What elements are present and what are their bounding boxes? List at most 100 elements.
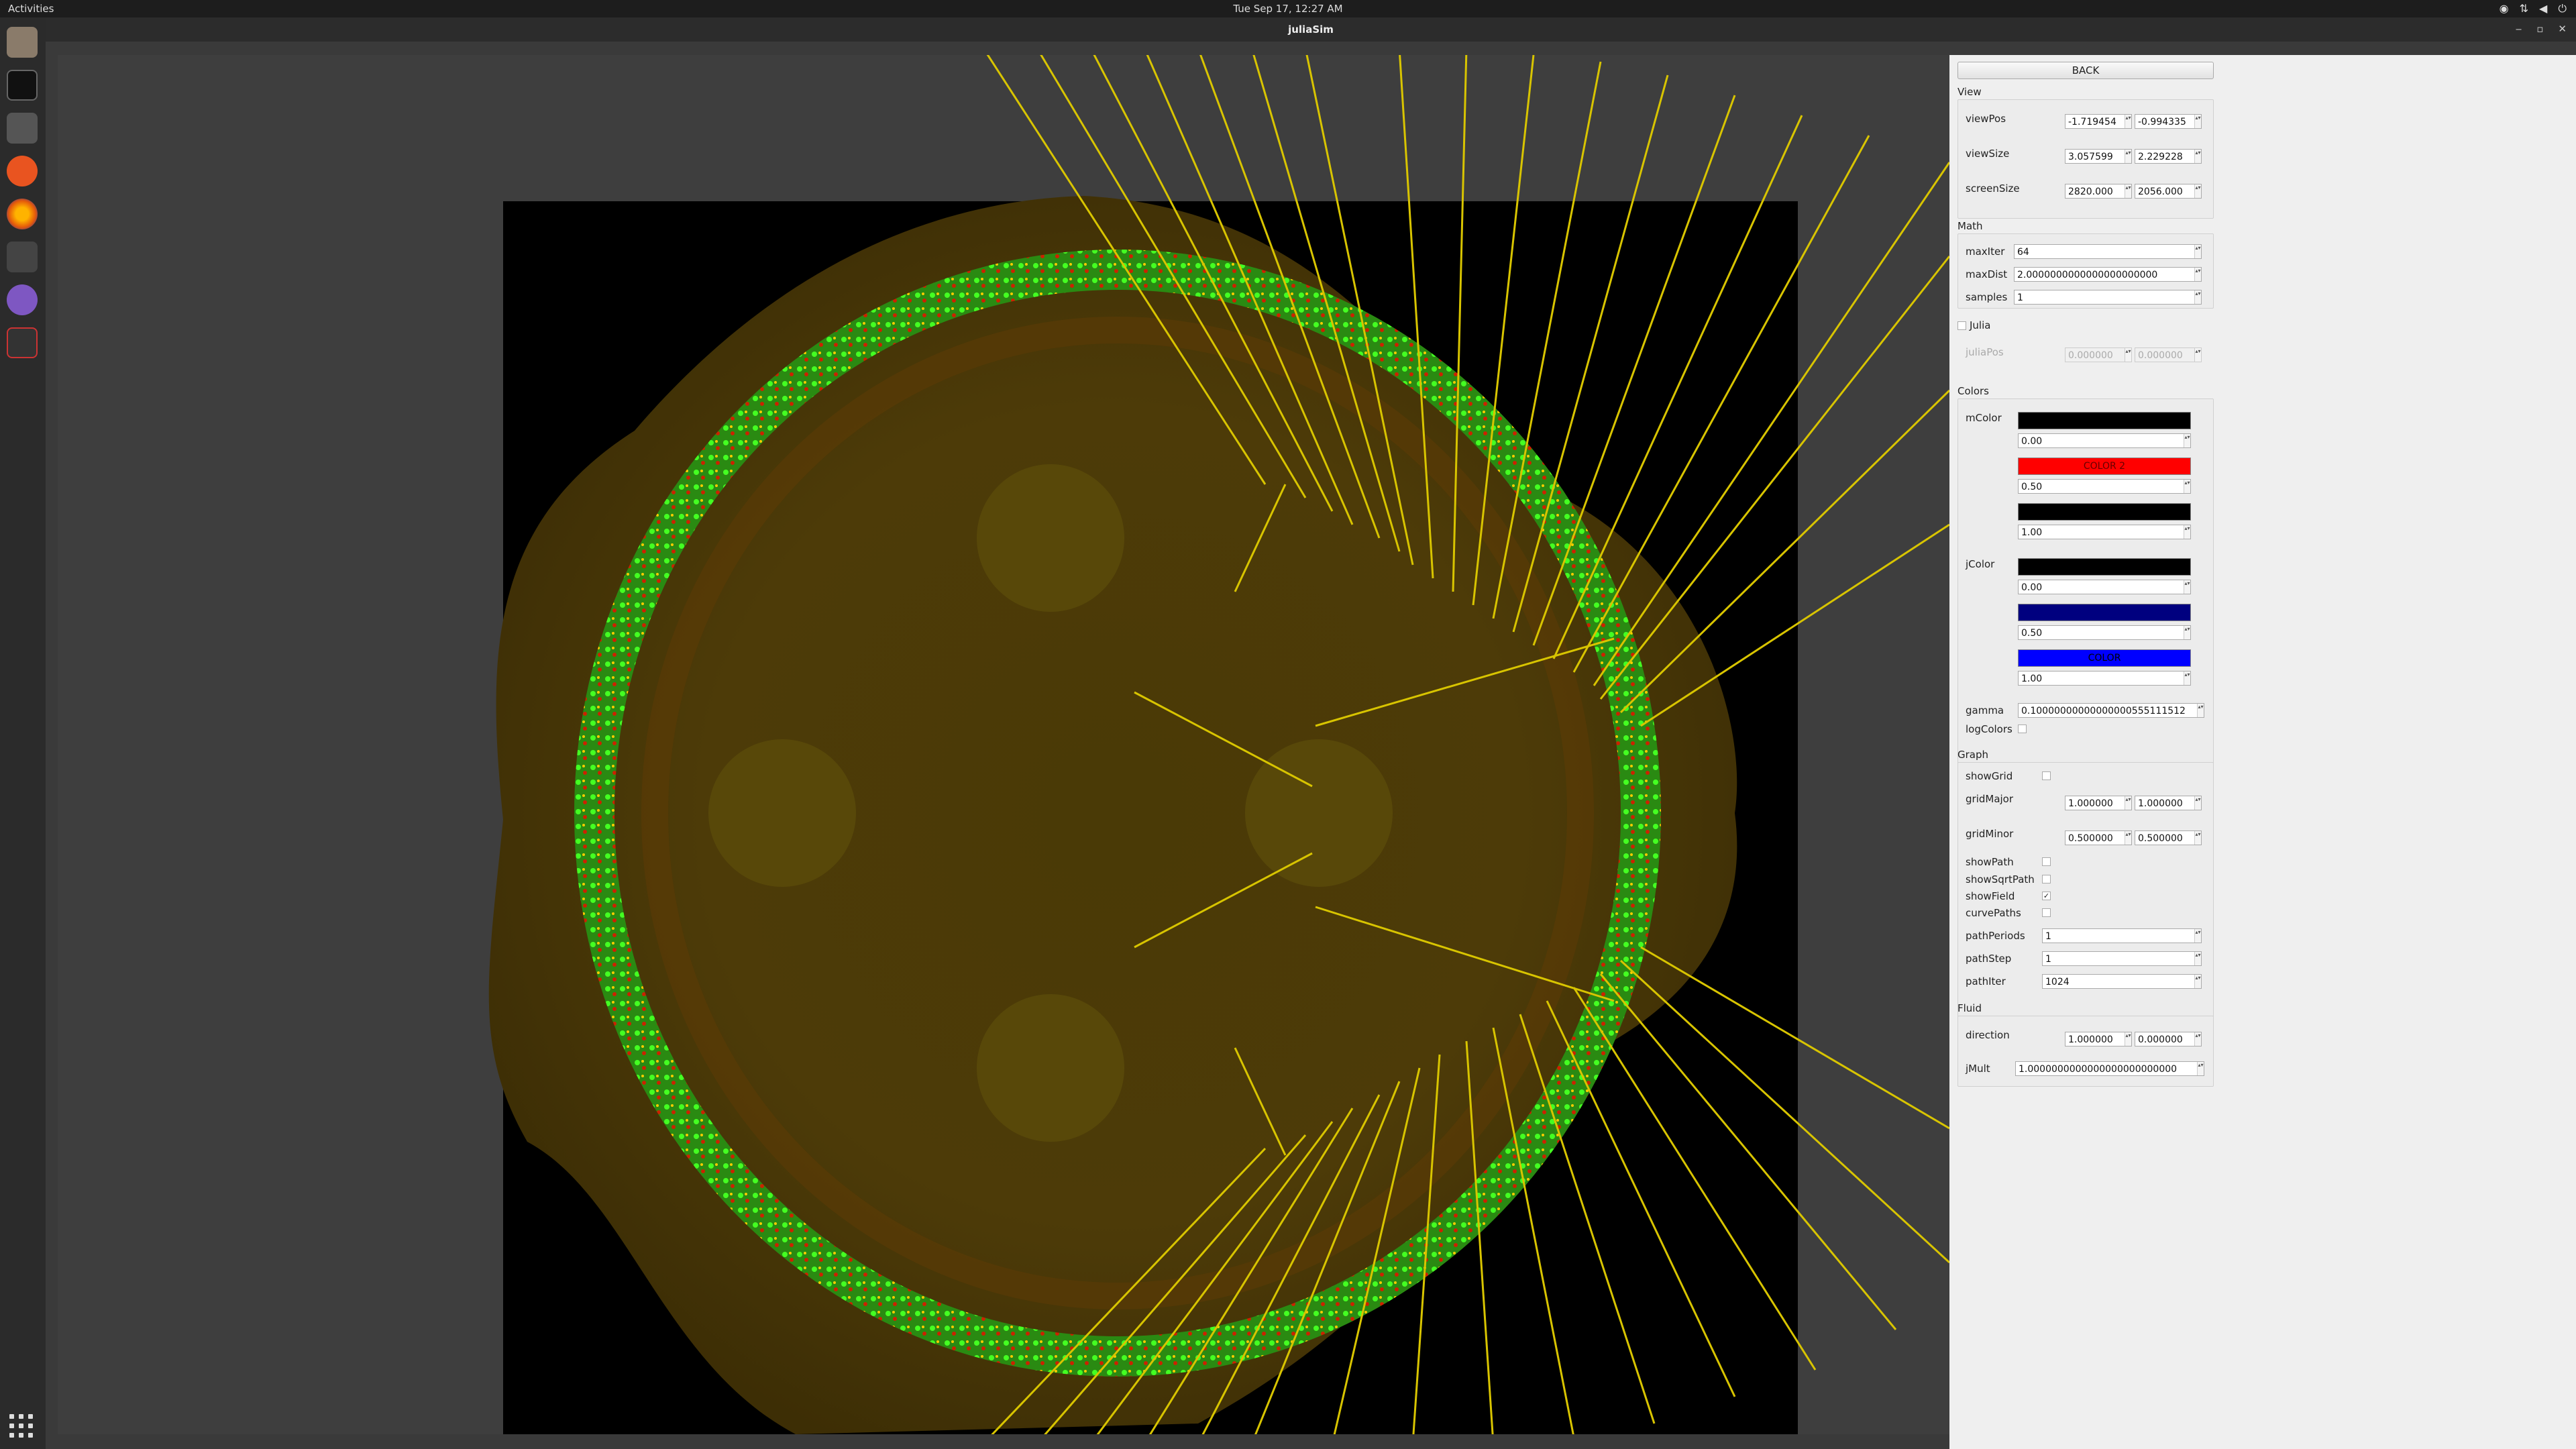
- viewpos-label: viewPos: [1966, 113, 2006, 125]
- spin-icon[interactable]: ▴▾: [2184, 626, 2190, 639]
- spin-icon[interactable]: ▴▾: [2194, 975, 2201, 988]
- fractal-canvas[interactable]: [58, 55, 1949, 1434]
- spin-icon[interactable]: ▴▾: [2194, 184, 2201, 198]
- window-titlebar[interactable]: juliaSim ‒ ▫ ✕: [46, 17, 2576, 42]
- spin-icon[interactable]: ▴▾: [2184, 480, 2190, 493]
- showpath-checkbox[interactable]: [2042, 857, 2051, 866]
- spin-icon[interactable]: ▴▾: [2125, 348, 2131, 362]
- showsqrtpath-checkbox[interactable]: [2042, 875, 2051, 883]
- screensize-x-input[interactable]: 2820.000 ▴▾: [2065, 184, 2132, 199]
- viewsize-y-input[interactable]: 2.229228 ▴▾: [2135, 149, 2202, 164]
- pathiter-value: 1024: [2045, 977, 2070, 987]
- maxdist-input[interactable]: 2.0000000000000000000000 ▴▾: [2014, 267, 2202, 282]
- pathperiods-input[interactable]: 1 ▴▾: [2042, 928, 2202, 943]
- system-tray[interactable]: ◉ ⇅ ◀ ⏻: [2500, 2, 2567, 15]
- jmult-input[interactable]: 1.0000000000000000000000000 ▴▾: [2015, 1061, 2204, 1076]
- maxiter-input[interactable]: 64 ▴▾: [2014, 244, 2202, 259]
- showfield-checkbox[interactable]: ✓: [2042, 892, 2051, 900]
- viewpos-x-input[interactable]: -1.719454 ▴▾: [2065, 114, 2132, 129]
- curvepaths-checkbox[interactable]: [2042, 908, 2051, 917]
- spin-icon[interactable]: ▴▾: [2194, 115, 2201, 128]
- spin-icon[interactable]: ▴▾: [2125, 1032, 2131, 1046]
- pathiter-input[interactable]: 1024 ▴▾: [2042, 974, 2202, 989]
- gridmajor-y-input[interactable]: 1.000000 ▴▾: [2135, 796, 2202, 810]
- mcolor-stop-2-color-button[interactable]: COLOR 2: [2018, 458, 2191, 475]
- spin-icon[interactable]: ▴▾: [2125, 115, 2131, 128]
- direction-x-input[interactable]: 1.000000 ▴▾: [2065, 1032, 2132, 1046]
- jcolor-stop-2-position-input[interactable]: 0.50 ▴▾: [2018, 625, 2191, 640]
- jcolor-stop-3-position-input[interactable]: 1.00 ▴▾: [2018, 671, 2191, 686]
- jcolor-stop-1-color-button[interactable]: [2018, 558, 2191, 576]
- jcolor-stop-3-color-button[interactable]: COLOR: [2018, 649, 2191, 667]
- logcolors-checkbox[interactable]: [2018, 724, 2027, 733]
- show-applications-icon[interactable]: [9, 1414, 34, 1438]
- terminal-icon[interactable]: [7, 70, 38, 101]
- spin-icon[interactable]: ▴▾: [2194, 952, 2201, 965]
- jcolor-label: jColor: [1966, 558, 1995, 570]
- gridmajor-x-input[interactable]: 1.000000 ▴▾: [2065, 796, 2132, 810]
- files-icon[interactable]: [7, 27, 38, 58]
- steam-icon[interactable]: ◉: [2500, 2, 2509, 15]
- network-icon[interactable]: ⇅: [2520, 2, 2528, 15]
- tools-icon[interactable]: [7, 241, 38, 272]
- ubuntu-software-icon[interactable]: [7, 156, 38, 186]
- pathstep-input[interactable]: 1 ▴▾: [2042, 951, 2202, 966]
- screensize-y-input[interactable]: 2056.000 ▴▾: [2135, 184, 2202, 199]
- viewsize-x-input[interactable]: 3.057599 ▴▾: [2065, 149, 2132, 164]
- close-icon[interactable]: ✕: [2558, 23, 2567, 35]
- mcolor-stop-1-color-button[interactable]: [2018, 412, 2191, 429]
- spin-icon[interactable]: ▴▾: [2125, 184, 2131, 198]
- spin-icon[interactable]: ▴▾: [2194, 268, 2201, 281]
- spin-icon[interactable]: ▴▾: [2194, 831, 2201, 845]
- jcolor-stop-3-position-value: 1.00: [2021, 674, 2043, 684]
- gridminor-y-value: 0.500000: [2138, 833, 2183, 844]
- juliapos-y-input[interactable]: 0.000000 ▴▾: [2135, 347, 2202, 362]
- spin-icon[interactable]: ▴▾: [2184, 580, 2190, 594]
- maxdist-label: maxDist: [1966, 268, 2008, 280]
- calculator-icon[interactable]: [7, 113, 38, 144]
- firefox-icon[interactable]: [7, 199, 38, 229]
- spin-icon[interactable]: ▴▾: [2194, 150, 2201, 163]
- spin-icon[interactable]: ▴▾: [2197, 704, 2204, 717]
- mcolor-stop-3-color-button[interactable]: [2018, 503, 2191, 521]
- spin-icon[interactable]: ▴▾: [2125, 831, 2131, 845]
- julia-checkbox[interactable]: [1957, 321, 1966, 330]
- mcolor-stop-2-position-input[interactable]: 0.50 ▴▾: [2018, 479, 2191, 494]
- jcolor-stop-1-position-input[interactable]: 0.00 ▴▾: [2018, 580, 2191, 594]
- direction-label: direction: [1966, 1029, 2010, 1041]
- power-icon[interactable]: ⏻: [2558, 2, 2567, 15]
- spin-icon[interactable]: ▴▾: [2125, 150, 2131, 163]
- clock[interactable]: Tue Sep 17, 12:27 AM: [0, 3, 2576, 15]
- section-colors-title: Colors: [1957, 385, 1989, 397]
- spin-icon[interactable]: ▴▾: [2184, 672, 2190, 685]
- spin-icon[interactable]: ▴▾: [2184, 525, 2190, 539]
- minimize-icon[interactable]: ‒: [2516, 23, 2522, 35]
- juliapos-x-input[interactable]: 0.000000 ▴▾: [2065, 347, 2132, 362]
- spin-icon[interactable]: ▴▾: [2194, 1032, 2201, 1046]
- showgrid-checkbox[interactable]: [2042, 771, 2051, 780]
- maximize-icon[interactable]: ▫: [2536, 23, 2543, 35]
- volume-icon[interactable]: ◀: [2539, 2, 2547, 15]
- spin-icon[interactable]: ▴▾: [2184, 434, 2190, 447]
- gridminor-y-input[interactable]: 0.500000 ▴▾: [2135, 830, 2202, 845]
- spin-icon[interactable]: ▴▾: [2194, 796, 2201, 810]
- fractal-render[interactable]: [58, 55, 1949, 1434]
- spin-icon[interactable]: ▴▾: [2125, 796, 2131, 810]
- jcolor-stop-2-color-button[interactable]: [2018, 604, 2191, 621]
- spin-icon[interactable]: ▴▾: [2194, 348, 2201, 362]
- logcolors-label: logColors: [1966, 723, 2012, 735]
- spin-icon[interactable]: ▴▾: [2194, 245, 2201, 258]
- back-button[interactable]: BACK: [1957, 62, 2214, 79]
- gamma-input[interactable]: 0.10000000000000000555111512 ▴▾: [2018, 703, 2204, 718]
- mcolor-stop-3-position-input[interactable]: 1.00 ▴▾: [2018, 525, 2191, 539]
- mcolor-stop-1-position-input[interactable]: 0.00 ▴▾: [2018, 433, 2191, 448]
- emacs-icon[interactable]: [7, 284, 38, 315]
- gridminor-x-input[interactable]: 0.500000 ▴▾: [2065, 830, 2132, 845]
- spin-icon[interactable]: ▴▾: [2197, 1062, 2204, 1075]
- spin-icon[interactable]: ▴▾: [2194, 929, 2201, 943]
- direction-y-input[interactable]: 0.000000 ▴▾: [2135, 1032, 2202, 1046]
- spin-icon[interactable]: ▴▾: [2194, 290, 2201, 304]
- samples-input[interactable]: 1 ▴▾: [2014, 290, 2202, 305]
- viewpos-y-input[interactable]: -0.994335 ▴▾: [2135, 114, 2202, 129]
- juliasim-app-icon[interactable]: [7, 327, 38, 358]
